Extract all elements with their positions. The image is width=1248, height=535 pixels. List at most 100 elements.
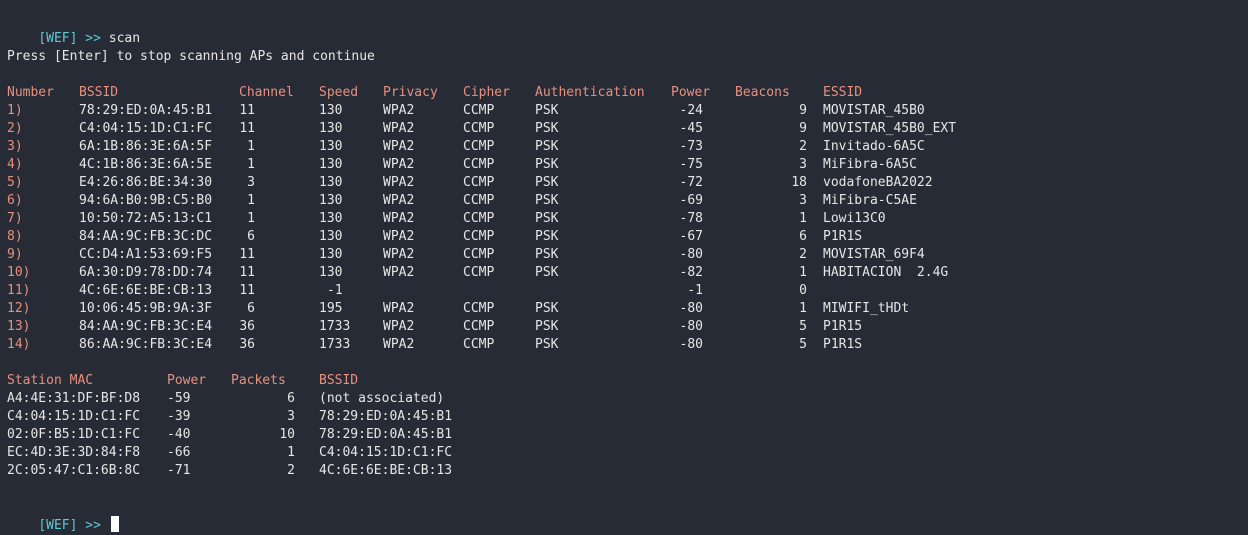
ap-power: -78 xyxy=(679,211,703,226)
ap-speed: 130 xyxy=(319,175,343,190)
ap-beacons: 1 xyxy=(799,265,807,280)
ap-channel: 11 xyxy=(239,121,255,136)
ap-essid: MOVISTAR_69F4 xyxy=(823,247,925,262)
col-speed: Speed xyxy=(319,85,359,100)
ap-auth: PSK xyxy=(535,211,559,226)
ap-beacons: 1 xyxy=(799,211,807,226)
col-station-mac: Station MAC xyxy=(7,373,94,388)
ap-channel: 11 xyxy=(239,283,255,298)
ap-essid: P1R15 xyxy=(823,319,863,334)
ap-table-header: Number BSSID Channel Speed Privacy Ciphe… xyxy=(7,84,1207,102)
ap-number: 1) xyxy=(7,103,23,118)
prompt-line-input[interactable]: [WEF] >> xyxy=(7,498,119,533)
ap-row: 9) CC:D4:A1:53:69:F5 11 130 WPA2 CCMP PSK -80 2 M… xyxy=(7,246,1207,264)
ap-cipher: CCMP xyxy=(463,139,495,154)
prompt-line-scan: [WEF] >> scan xyxy=(7,12,140,46)
ap-privacy: WPA2 xyxy=(383,301,415,316)
scan-message: Press [Enter] to stop scanning APs and c… xyxy=(7,49,375,64)
ap-power: -73 xyxy=(679,139,703,154)
ap-power: -75 xyxy=(679,157,703,172)
ap-row: 7) 10:50:72:A5:13:C1 1 130 WPA2 CCMP PSK -78 1 Lo… xyxy=(7,210,1207,228)
ap-bssid: 4C:1B:86:3E:6A:5E xyxy=(79,157,213,172)
ap-privacy: WPA2 xyxy=(383,229,415,244)
ap-cipher: CCMP xyxy=(463,175,495,190)
prompt-tag: [WEF] xyxy=(38,31,78,46)
ap-row: 8) 84:AA:9C:FB:3C:DC 6 130 WPA2 CCMP PSK -67 6 P1… xyxy=(7,228,1207,246)
col-station-power: Power xyxy=(167,373,207,388)
ap-essid: P1R1S xyxy=(823,337,863,352)
station-mac: EC:4D:3E:3D:84:F8 xyxy=(7,445,141,460)
ap-speed: 130 xyxy=(319,103,343,118)
ap-power: -82 xyxy=(679,265,703,280)
ap-number: 4) xyxy=(7,157,23,172)
ap-auth: PSK xyxy=(535,229,559,244)
ap-number: 2) xyxy=(7,121,23,136)
ap-privacy: WPA2 xyxy=(383,175,415,190)
ap-speed: -1 xyxy=(327,283,343,298)
terminal-window[interactable]: [WEF] >> scan Press [Enter] to stop scan… xyxy=(0,0,1248,535)
ap-privacy: WPA2 xyxy=(383,139,415,154)
ap-privacy: WPA2 xyxy=(383,121,415,136)
ap-power: -80 xyxy=(679,301,703,316)
col-bssid: BSSID xyxy=(79,85,119,100)
ap-bssid: C4:04:15:1D:C1:FC xyxy=(79,121,213,136)
station-packets: 1 xyxy=(287,445,295,460)
ap-essid: MiFibra-C5AE xyxy=(823,193,917,208)
ap-essid: vodafoneBA2022 xyxy=(823,175,933,190)
ap-cipher: CCMP xyxy=(463,301,495,316)
ap-row: 2) C4:04:15:1D:C1:FC 11 130 WPA2 CCMP PSK -45 9 M… xyxy=(7,120,1207,138)
station-row: EC:4D:3E:3D:84:F8 -66 1 C4:04:15:1D:C1:FC xyxy=(7,444,607,462)
ap-beacons: 5 xyxy=(799,319,807,334)
ap-speed: 130 xyxy=(319,265,343,280)
station-mac: A4:4E:31:DF:BF:D8 xyxy=(7,391,141,406)
ap-privacy: WPA2 xyxy=(383,157,415,172)
ap-privacy: WPA2 xyxy=(383,211,415,226)
ap-number: 3) xyxy=(7,139,23,154)
ap-row: 14) 86:AA:9C:FB:3C:E4 36 1733 WPA2 CCMP PSK -80… xyxy=(7,336,1207,354)
ap-essid: MOVISTAR_45B0 xyxy=(823,103,925,118)
station-row: 02:0F:B5:1D:C1:FC -40 10 78:29:ED:0A:45:B1 xyxy=(7,426,607,444)
prompt-arrows: >> xyxy=(85,31,101,46)
ap-channel: 1 xyxy=(247,211,255,226)
ap-essid: MIWIFI_tHDt xyxy=(823,301,910,316)
ap-number: 14) xyxy=(7,337,31,352)
ap-number: 8) xyxy=(7,229,23,244)
ap-essid: MOVISTAR_45B0_EXT xyxy=(823,121,957,136)
ap-bssid: 10:06:45:9B:9A:3F xyxy=(79,301,213,316)
ap-channel: 11 xyxy=(239,103,255,118)
ap-beacons: 9 xyxy=(799,121,807,136)
ap-row: 13) 84:AA:9C:FB:3C:E4 36 1733 WPA2 CCMP PSK -80… xyxy=(7,318,1207,336)
ap-channel: 36 xyxy=(239,319,255,334)
prompt-tag: [WEF] xyxy=(38,518,78,533)
ap-privacy: WPA2 xyxy=(383,265,415,280)
ap-row: 11) 4C:6E:6E:BE:CB:13 11 -1 -1 0 xyxy=(7,282,1207,300)
station-bssid: (not associated) xyxy=(319,391,445,406)
text-cursor[interactable] xyxy=(110,516,119,532)
station-packets: 10 xyxy=(279,427,295,442)
ap-bssid: E4:26:86:BE:34:30 xyxy=(79,175,213,190)
ap-power: -24 xyxy=(679,103,703,118)
col-station-bssid: BSSID xyxy=(319,373,359,388)
ap-cipher: CCMP xyxy=(463,103,495,118)
ap-channel: 11 xyxy=(239,247,255,262)
ap-auth: PSK xyxy=(535,121,559,136)
station-power: -40 xyxy=(167,427,191,442)
ap-auth: PSK xyxy=(535,175,559,190)
ap-cipher: CCMP xyxy=(463,319,495,334)
ap-speed: 130 xyxy=(319,247,343,262)
station-table-header: Station MAC Power Packets BSSID xyxy=(7,372,607,390)
ap-beacons: 5 xyxy=(799,337,807,352)
ap-bssid: 10:50:72:A5:13:C1 xyxy=(79,211,213,226)
ap-channel: 6 xyxy=(247,301,255,316)
ap-speed: 130 xyxy=(319,121,343,136)
station-bssid: 4C:6E:6E:BE:CB:13 xyxy=(319,463,453,478)
ap-essid: MiFibra-6A5C xyxy=(823,157,917,172)
station-power: -59 xyxy=(167,391,191,406)
ap-beacons: 2 xyxy=(799,139,807,154)
ap-auth: PSK xyxy=(535,139,559,154)
station-packets: 2 xyxy=(287,463,295,478)
ap-auth: PSK xyxy=(535,103,559,118)
ap-auth: PSK xyxy=(535,265,559,280)
ap-essid: Lowi13C0 xyxy=(823,211,886,226)
ap-row: 10) 6A:30:D9:78:DD:74 11 130 WPA2 CCMP PSK -82 1… xyxy=(7,264,1207,282)
